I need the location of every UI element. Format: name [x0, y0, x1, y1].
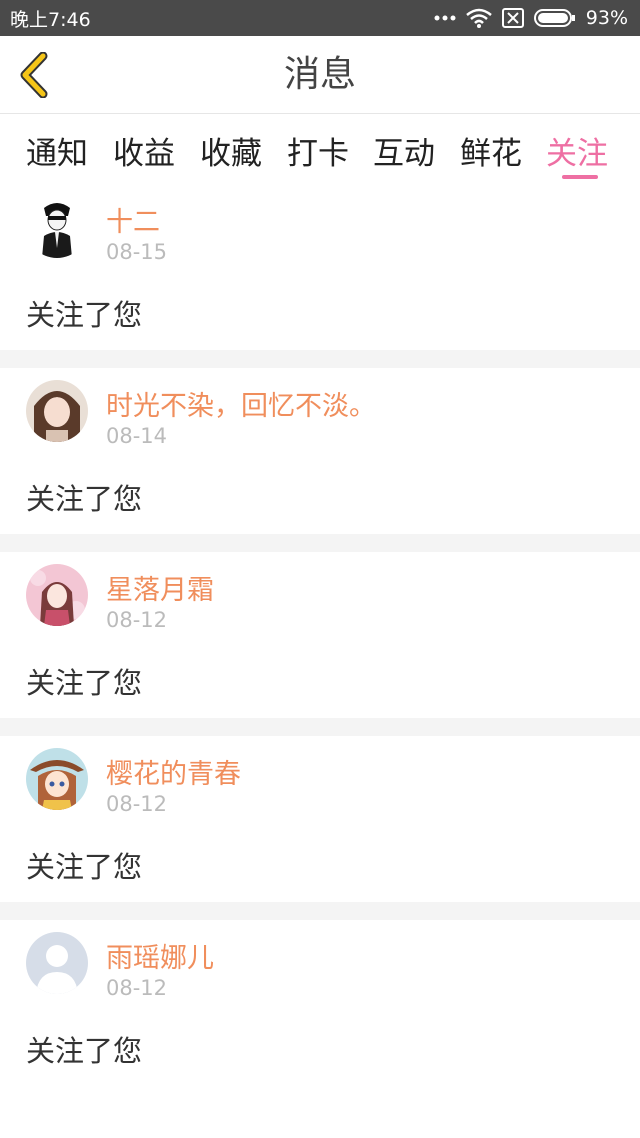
no-sim-icon	[501, 8, 524, 28]
message-text: 关注了您	[26, 1034, 143, 1068]
message-list: 十二 08-15 关注了您 时光不染，回忆不淡。 08-14 关注了您 星落月霜…	[0, 184, 640, 1086]
tab-flowers[interactable]: 鲜花	[460, 128, 522, 173]
battery-percent: 93%	[585, 7, 628, 29]
status-bar: 晚上7:46 93%	[0, 0, 640, 36]
list-item[interactable]: 樱花的青春 08-12 关注了您	[0, 736, 640, 902]
tab-favorites[interactable]: 收藏	[200, 128, 262, 173]
battery-icon	[533, 8, 576, 28]
back-button[interactable]	[14, 52, 54, 98]
list-item[interactable]: 星落月霜 08-12 关注了您	[0, 552, 640, 718]
list-item[interactable]: 十二 08-15 关注了您	[0, 184, 640, 350]
status-time: 晚上7:46	[10, 8, 91, 31]
username[interactable]: 樱花的青春	[106, 752, 241, 791]
list-divider	[0, 350, 640, 368]
username[interactable]: 星落月霜	[106, 568, 214, 607]
tab-notifications[interactable]: 通知	[26, 128, 88, 173]
message-date: 08-12	[106, 792, 168, 816]
list-divider	[0, 534, 640, 552]
tab-follows[interactable]: 关注	[546, 128, 608, 173]
status-icons: 93%	[434, 7, 628, 29]
message-text: 关注了您	[26, 850, 143, 884]
message-date: 08-12	[106, 976, 168, 1000]
nav-bar: 消息	[0, 36, 640, 114]
page-title: 消息	[283, 54, 356, 95]
list-divider	[0, 902, 640, 920]
anime-girl-hat-avatar[interactable]	[26, 748, 88, 810]
message-date: 08-14	[106, 424, 168, 448]
active-tab-indicator	[562, 175, 598, 179]
list-item[interactable]: 时光不染，回忆不淡。 08-14 关注了您	[0, 368, 640, 534]
message-text: 关注了您	[26, 482, 143, 516]
girl-photo-avatar[interactable]	[26, 380, 88, 442]
more-dots-icon	[434, 14, 456, 22]
man-in-suit-avatar[interactable]	[26, 196, 88, 258]
username[interactable]: 十二	[106, 200, 160, 239]
message-date: 08-15	[106, 240, 168, 264]
tab-checkin[interactable]: 打卡	[287, 128, 349, 173]
message-text: 关注了您	[26, 298, 143, 332]
message-date: 08-12	[106, 608, 168, 632]
username[interactable]: 时光不染，回忆不淡。	[106, 384, 376, 423]
tab-interactions[interactable]: 互动	[373, 128, 435, 173]
list-item[interactable]: 雨瑶娜儿 08-12 关注了您	[0, 920, 640, 1086]
list-divider	[0, 718, 640, 736]
default-person-avatar[interactable]	[26, 932, 88, 994]
back-chevron-icon	[20, 52, 48, 98]
tab-bar: 通知 收益 收藏 打卡 互动 鲜花 关注	[0, 114, 640, 184]
username[interactable]: 雨瑶娜儿	[106, 936, 214, 975]
tab-earnings[interactable]: 收益	[113, 128, 175, 173]
message-text: 关注了您	[26, 666, 143, 700]
anime-girl-pink-avatar[interactable]	[26, 564, 88, 626]
wifi-icon	[465, 8, 492, 28]
